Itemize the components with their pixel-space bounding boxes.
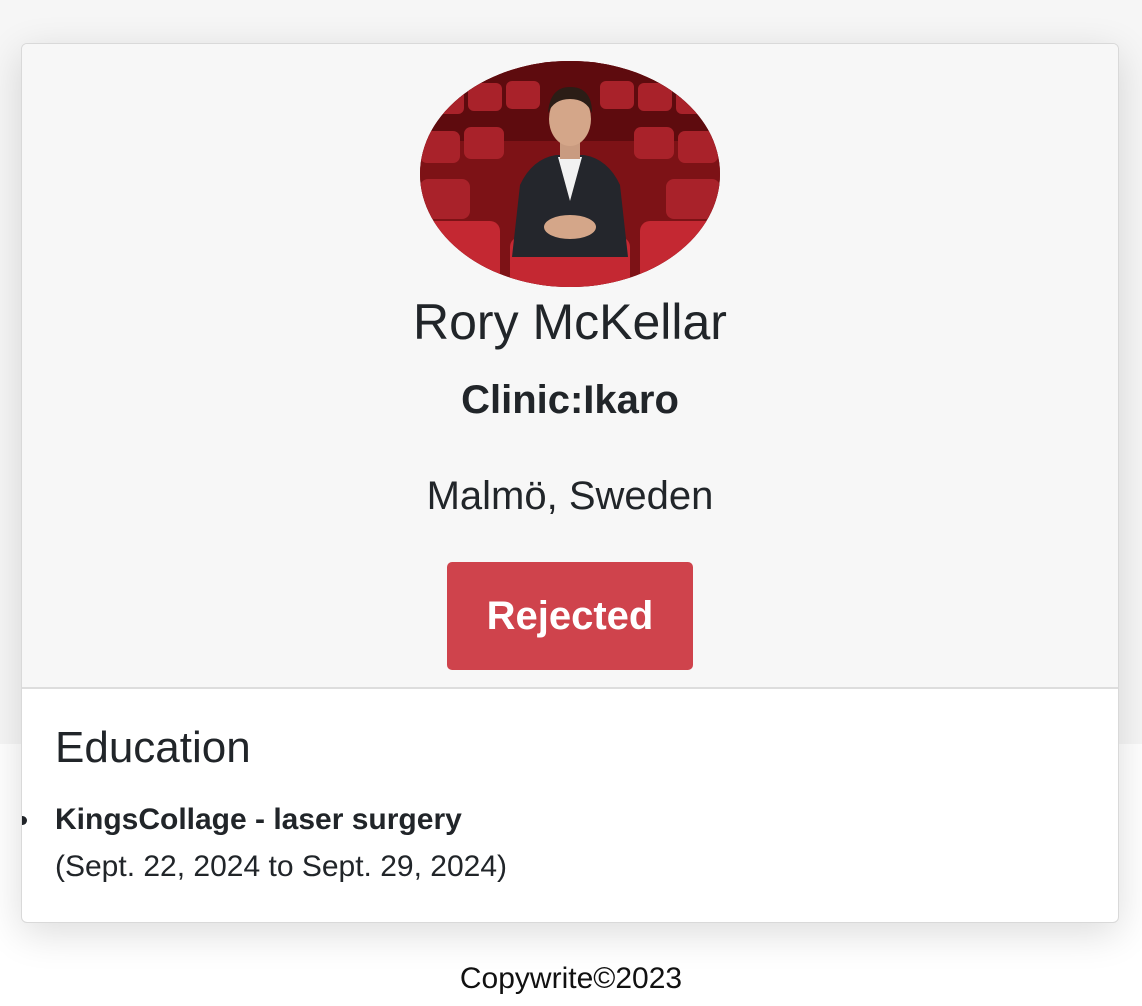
education-heading: Education: [55, 723, 251, 772]
avatar: [420, 61, 720, 287]
profile-name: Rory McKellar: [413, 294, 727, 350]
education-list: KingsCollage - laser surgery (Sept. 22, …: [22, 800, 1118, 887]
education-item-dates: (Sept. 22, 2024 to Sept. 29, 2024): [55, 850, 507, 883]
profile-card: Rory McKellar Clinic:Ikaro Malmö, Sweden…: [21, 43, 1119, 923]
profile-card-header: Rory McKellar Clinic:Ikaro Malmö, Sweden…: [22, 44, 1118, 689]
footer-copyright: Copywrite©2023: [459, 962, 683, 995]
education-item-name: KingsCollage - laser surgery: [55, 803, 462, 836]
clinic-name: Clinic:Ikaro: [461, 378, 679, 422]
bullet-icon: [22, 816, 27, 825]
status-rejected-button[interactable]: Rejected: [447, 562, 693, 670]
profile-location: Malmö, Sweden: [426, 474, 714, 518]
avatar-photo: [420, 61, 720, 287]
education-item: KingsCollage - laser surgery (Sept. 22, …: [22, 800, 1118, 887]
